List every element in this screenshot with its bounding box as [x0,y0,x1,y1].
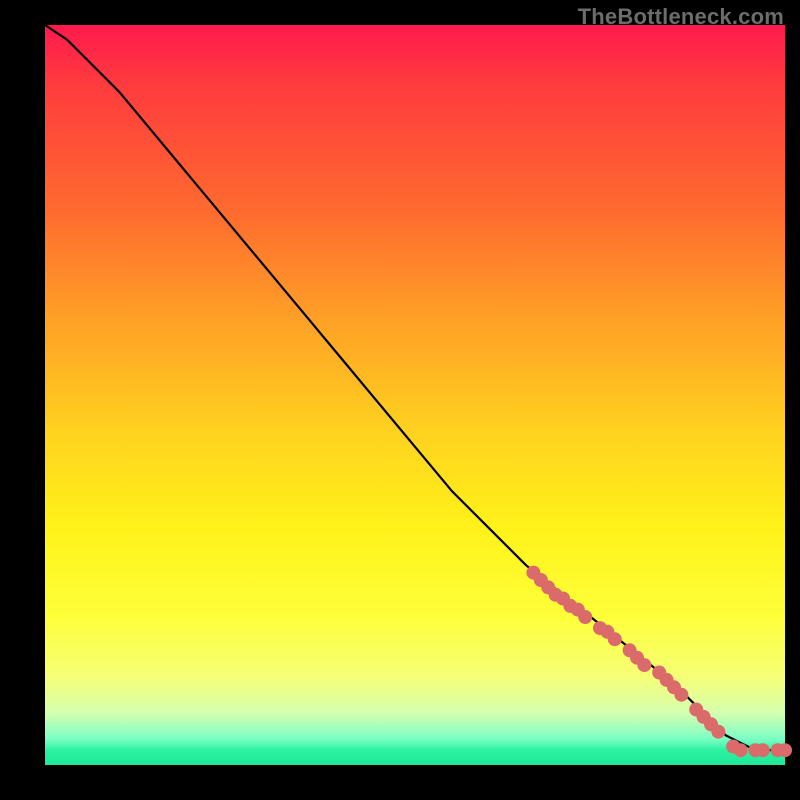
data-marker [778,743,792,757]
data-marker [756,743,770,757]
data-marker [578,610,592,624]
data-marker [734,743,748,757]
data-marker [674,688,688,702]
chart-overlay [45,25,785,765]
data-marker [637,658,651,672]
data-marker [608,632,622,646]
chart-frame: TheBottleneck.com [0,0,800,800]
marker-group [526,566,792,758]
bottleneck-curve [45,25,785,750]
data-marker [711,725,725,739]
